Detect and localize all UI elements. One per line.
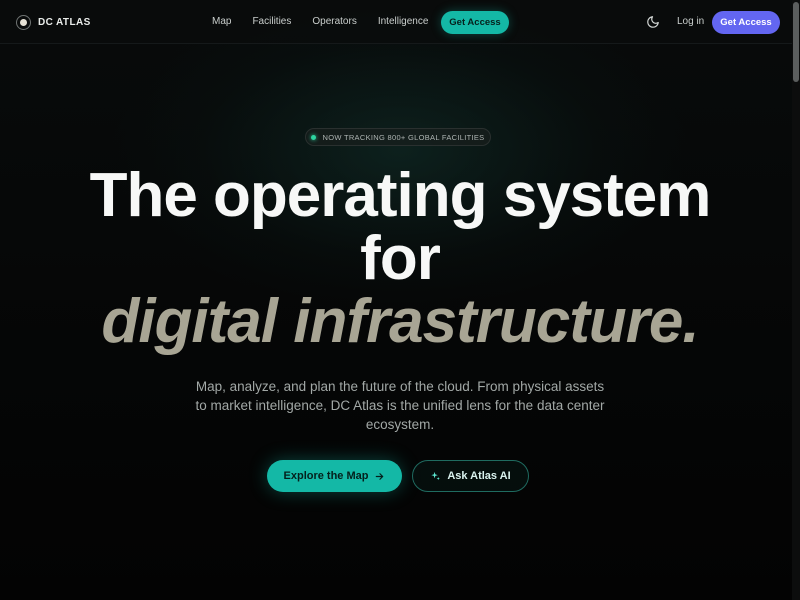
ask-atlas-ai-button[interactable]: Ask Atlas AI <box>412 460 529 492</box>
brand-name: DC ATLAS <box>38 16 91 28</box>
nav-link-map[interactable]: Map <box>212 14 231 30</box>
headline-accent: digital infrastructure. <box>101 287 699 356</box>
get-access-button[interactable]: Get Access <box>712 11 780 34</box>
explore-map-button[interactable]: Explore the Map <box>267 460 402 492</box>
brand-logo-link[interactable]: DC ATLAS <box>16 13 91 31</box>
ask-atlas-ai-label: Ask Atlas AI <box>447 470 511 482</box>
hero-subtext: Map, analyze, and plan the future of the… <box>195 379 605 432</box>
hero-headline: The operating system for digital infrast… <box>0 164 800 353</box>
nav-link-operators[interactable]: Operators <box>312 14 356 30</box>
page-scrollbar[interactable] <box>792 0 800 600</box>
explore-map-label: Explore the Map <box>283 470 369 482</box>
nav-link-intelligence[interactable]: Intelligence <box>378 14 429 30</box>
badge-text: NOW TRACKING 800+ GLOBAL FACILITIES <box>322 132 485 142</box>
headline-line-1: The operating system <box>89 161 712 230</box>
live-dot-icon <box>311 134 317 140</box>
arrow-right-icon <box>374 471 385 482</box>
scrollbar-thumb[interactable] <box>793 2 799 82</box>
nav-links: Map Facilities Operators Intelligence <box>212 14 449 30</box>
login-link[interactable]: Log in <box>677 15 704 29</box>
moon-icon[interactable] <box>646 15 660 29</box>
sparkle-icon <box>430 471 441 482</box>
headline-line-2: for <box>360 224 441 293</box>
nav-link-facilities[interactable]: Facilities <box>252 14 291 30</box>
status-badge: NOW TRACKING 800+ GLOBAL FACILITIES <box>305 128 491 146</box>
brand-circle-icon <box>16 14 31 30</box>
get-access-button-center[interactable]: Get Access <box>441 11 509 34</box>
landing-page: DC ATLAS Map Facilities Operators Intell… <box>0 0 800 600</box>
top-nav: DC ATLAS Map Facilities Operators Intell… <box>0 0 800 44</box>
